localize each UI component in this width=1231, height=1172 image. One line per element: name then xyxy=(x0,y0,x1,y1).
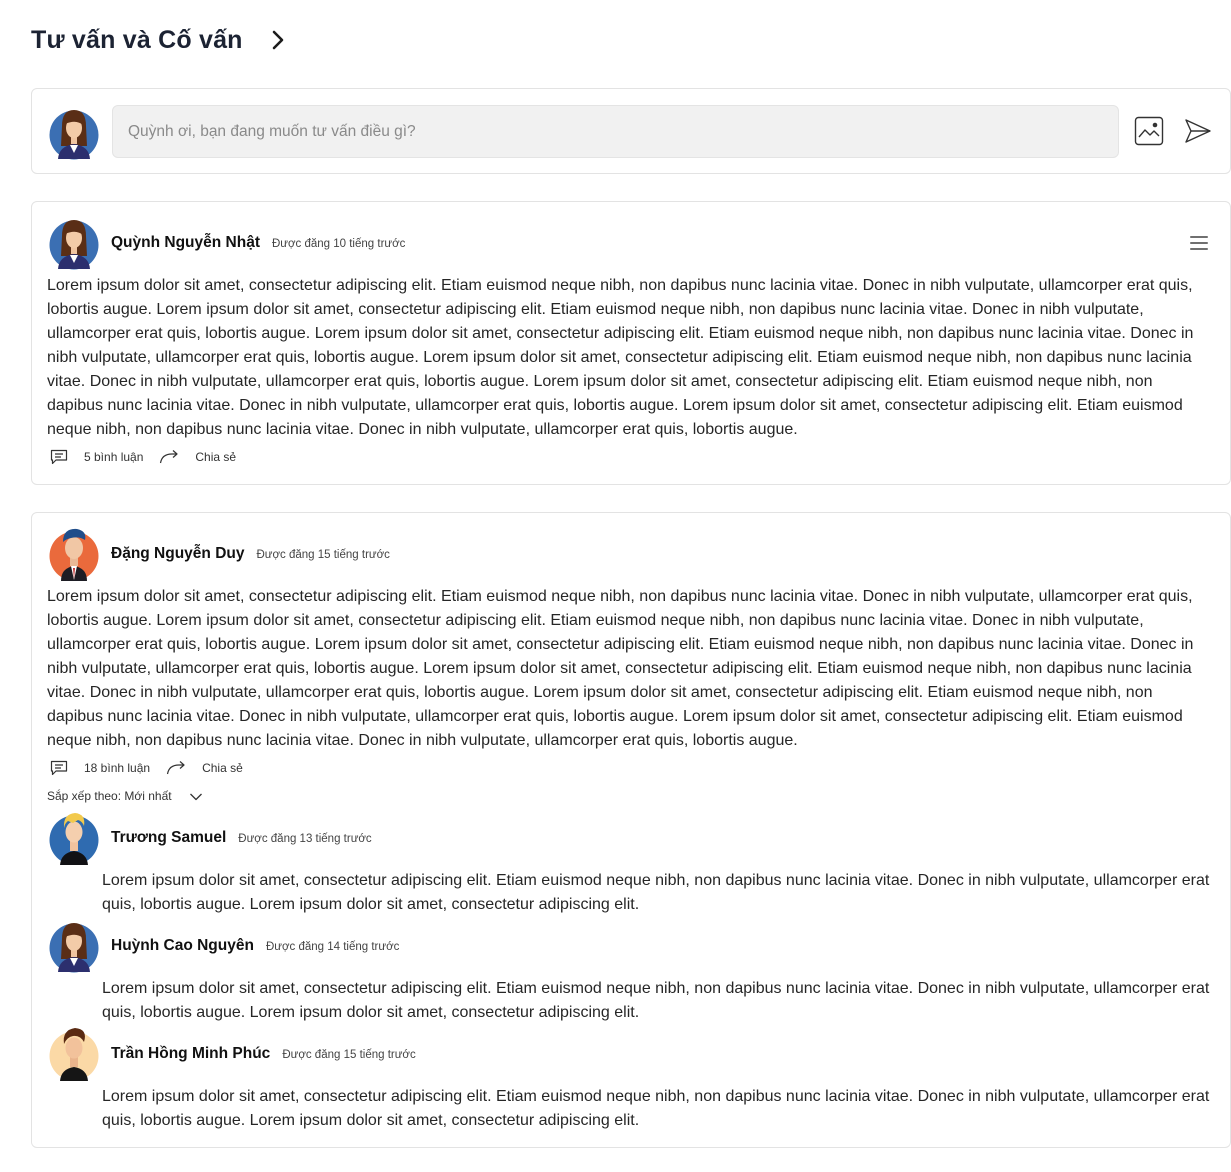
post-actions: 5 bình luận Chia sẻ xyxy=(50,449,236,465)
comment-icon xyxy=(50,760,68,776)
menu-icon[interactable] xyxy=(1190,236,1208,252)
comments-button[interactable]: 5 bình luận xyxy=(50,449,143,465)
sort-label: Sắp xếp theo: Mới nhất xyxy=(47,789,172,803)
page-title: Tư vấn và Cố vấn xyxy=(31,25,243,54)
author-name[interactable]: Trương Samuel xyxy=(111,829,226,847)
post-actions: 18 bình luận Chia sẻ xyxy=(50,760,243,776)
avatar xyxy=(49,527,99,581)
avatar xyxy=(49,811,99,865)
post-timestamp: Được đăng 10 tiếng trước xyxy=(271,238,406,250)
comment-timestamp: Được đăng 15 tiếng trước xyxy=(282,1049,416,1061)
chevron-down-icon xyxy=(189,791,203,801)
author-name[interactable]: Huỳnh Cao Nguyên xyxy=(111,937,254,955)
chevron-right-icon[interactable] xyxy=(267,29,289,51)
image-upload-icon[interactable] xyxy=(1134,116,1164,146)
comment-text: Lorem ipsum dolor sit amet, consectetur … xyxy=(102,980,1210,1021)
send-icon[interactable] xyxy=(1184,118,1212,144)
post-timestamp: Được đăng 15 tiếng trước xyxy=(256,549,390,561)
author-name[interactable]: Trần Hồng Minh Phúc xyxy=(111,1045,270,1063)
post-meta: Quỳnh Nguyễn Nhật Được đăng 10 tiếng trư… xyxy=(111,234,405,252)
share-label: Chia sẻ xyxy=(195,450,237,464)
share-icon xyxy=(159,449,179,465)
author-name[interactable]: Quỳnh Nguyễn Nhật xyxy=(111,234,260,252)
sort-dropdown[interactable]: Sắp xếp theo: Mới nhất xyxy=(47,789,203,803)
comments-button[interactable]: 18 bình luận xyxy=(50,760,150,776)
comment-meta: Huỳnh Cao Nguyên Được đăng 14 tiếng trướ… xyxy=(111,937,399,955)
comments-count: 18 bình luận xyxy=(84,761,151,775)
post-body: Lorem ipsum dolor sit amet, consectetur … xyxy=(47,588,1194,749)
comment-timestamp: Được đăng 14 tiếng trước xyxy=(265,941,400,953)
share-button[interactable]: Chia sẻ xyxy=(159,449,236,465)
comment-timestamp: Được đăng 13 tiếng trước xyxy=(238,833,372,845)
avatar xyxy=(49,106,99,160)
post-body: Lorem ipsum dolor sit amet, consectetur … xyxy=(47,277,1194,438)
post-meta: Đặng Nguyễn Duy Được đăng 15 tiếng trước xyxy=(111,545,390,563)
avatar xyxy=(49,1027,99,1081)
avatar xyxy=(49,919,99,973)
post-composer: Quỳnh ơi, bạn đang muốn tư vấn điều gì? xyxy=(31,88,1231,174)
share-label: Chia sẻ xyxy=(202,761,243,775)
comment-text: Lorem ipsum dolor sit amet, consectetur … xyxy=(102,872,1210,913)
share-icon xyxy=(166,760,186,776)
share-button[interactable]: Chia sẻ xyxy=(166,760,243,776)
author-name[interactable]: Đặng Nguyễn Duy xyxy=(111,545,244,563)
post-card: Quỳnh Nguyễn Nhật Được đăng 10 tiếng trư… xyxy=(31,201,1231,485)
comment-icon xyxy=(50,449,68,465)
comment-meta: Trương Samuel Được đăng 13 tiếng trước xyxy=(111,829,372,847)
page-header: Tư vấn và Cố vấn xyxy=(31,20,289,60)
comment-meta: Trần Hồng Minh Phúc Được đăng 15 tiếng t… xyxy=(111,1045,416,1063)
post-input[interactable]: Quỳnh ơi, bạn đang muốn tư vấn điều gì? xyxy=(112,105,1119,158)
comment-text: Lorem ipsum dolor sit amet, consectetur … xyxy=(102,1088,1210,1129)
comments-count: 5 bình luận xyxy=(84,450,144,464)
post-card: Đặng Nguyễn Duy Được đăng 15 tiếng trước… xyxy=(31,512,1231,1148)
avatar xyxy=(49,216,99,270)
